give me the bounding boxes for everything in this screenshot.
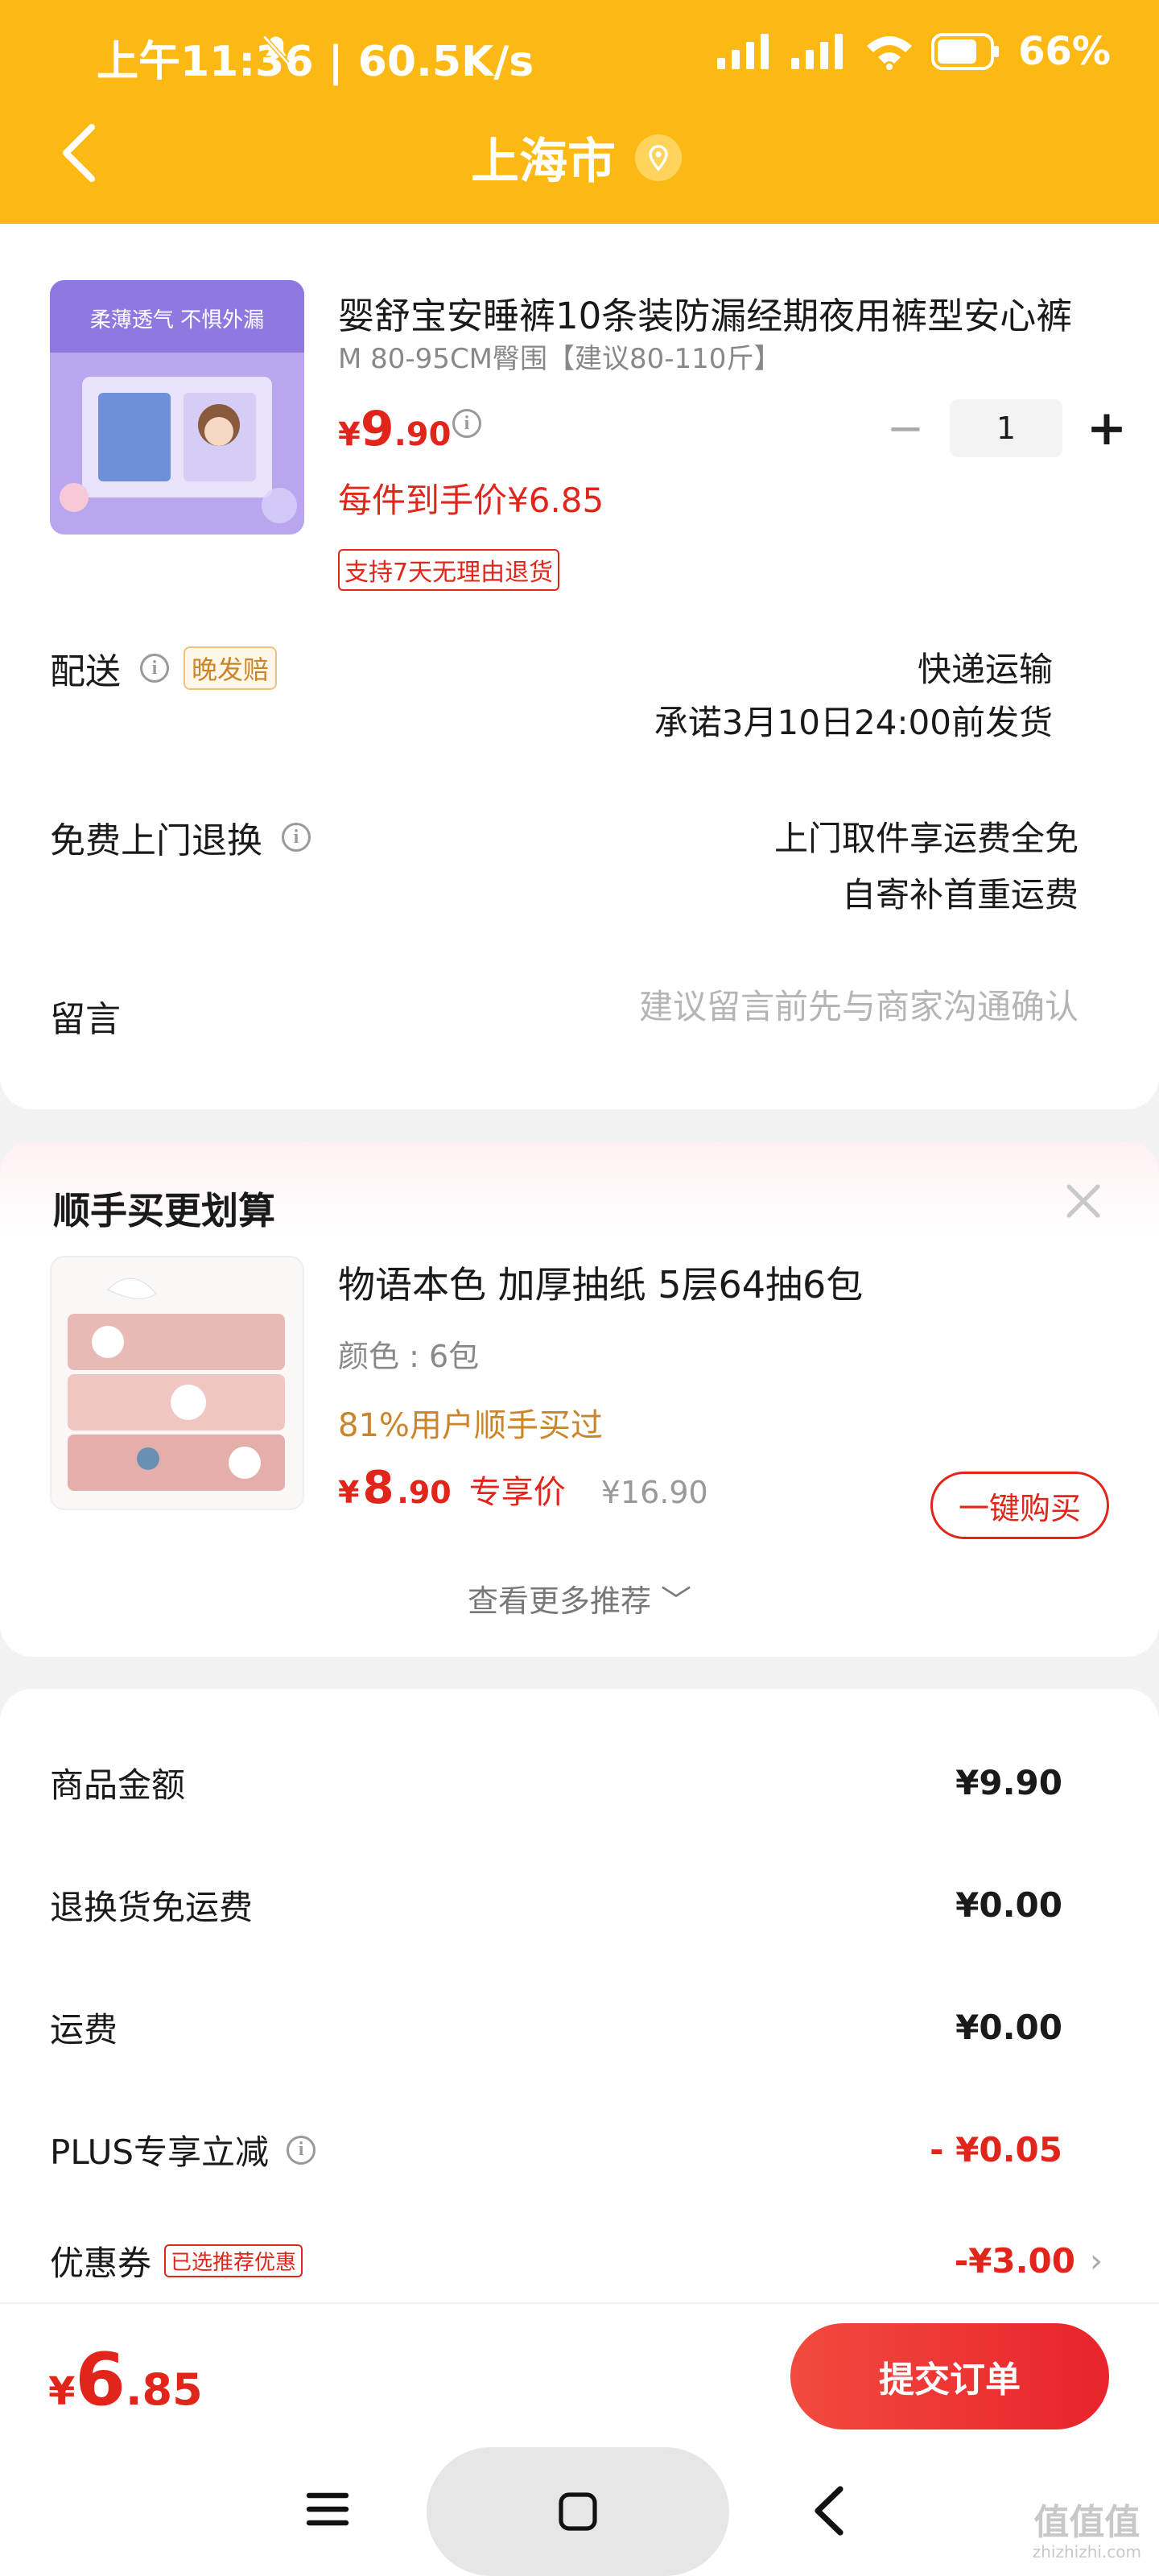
- page-title: 上海市: [471, 134, 616, 190]
- net-price: 每件到手价¥6.85: [338, 481, 604, 520]
- recommendation-image[interactable]: [50, 1256, 304, 1510]
- coupon-selected-tag: 已选推荐优惠: [164, 2244, 303, 2277]
- reco-price-label: 专享价: [468, 1474, 566, 1511]
- battery-percent: 66%: [1018, 29, 1111, 74]
- delivery-promise: 承诺3月10日24:00前发货: [654, 703, 1053, 742]
- recommendation-title: 顺手买更划算: [53, 1189, 275, 1232]
- home-button[interactable]: [427, 2447, 729, 2576]
- summary-row-plus-discount: PLUS专享立减 i - ¥0.05: [50, 2125, 1062, 2174]
- signal-icon: [717, 34, 769, 69]
- signal-icon-2: [791, 34, 843, 69]
- menu-icon[interactable]: [306, 2487, 349, 2531]
- watermark-sub: zhizhizhi.com: [1032, 2542, 1141, 2562]
- summary-label: 商品金额: [50, 1765, 186, 1805]
- recommendation-price: ¥ 8 .90 专享价 ¥16.90: [338, 1462, 708, 1514]
- reco-price-decimal: .90: [397, 1475, 452, 1510]
- free-return-label: 免费上门退换: [50, 820, 262, 861]
- one-click-buy-button[interactable]: 一键购买: [930, 1472, 1109, 1539]
- summary-row-goods: 商品金额 ¥9.90: [50, 1758, 1062, 1807]
- order-card: 柔薄透气 不惧外漏 婴舒宝安睡裤10条装防漏经期夜用裤型安心裤 M 80-95C…: [0, 224, 1159, 1109]
- close-icon[interactable]: [1059, 1177, 1107, 1225]
- total-decimal: .85: [126, 2364, 203, 2415]
- summary-row-coupon[interactable]: 优惠券 已选推荐优惠 -¥3.00 ›: [50, 2236, 1103, 2285]
- checkout-bar: ¥ 6 .85 提交订单: [0, 2302, 1159, 2447]
- plus-info-icon[interactable]: i: [287, 2135, 316, 2165]
- summary-label: 退换货免运费: [50, 1888, 254, 1927]
- product-image-caption: 柔薄透气 不惧外漏: [90, 308, 264, 332]
- quantity-input[interactable]: [950, 399, 1062, 457]
- reco-original-price: ¥16.90: [600, 1475, 708, 1510]
- reco-price-integer: 8: [362, 1462, 394, 1514]
- product-image[interactable]: 柔薄透气 不惧外漏: [50, 280, 304, 535]
- recommendation-name[interactable]: 物语本色 加厚抽纸 5层64抽6包: [338, 1256, 863, 1309]
- home-square-icon: [559, 2492, 597, 2531]
- location-selector[interactable]: 上海市: [471, 122, 682, 192]
- product-spec: M 80-95CM臀围【建议80-110斤】: [338, 343, 782, 375]
- summary-label: PLUS专享立减: [50, 2132, 270, 2172]
- summary-label: 运费: [50, 2010, 118, 2050]
- late-compensation-tag: 晚发赔: [184, 646, 278, 690]
- battery-icon: [931, 33, 1000, 70]
- increase-quantity-button[interactable]: +: [1079, 400, 1135, 456]
- top-header: 上午11:36 | 60.5K/s 66% 上海市: [0, 0, 1159, 224]
- memo-input[interactable]: [467, 987, 1079, 1026]
- total-price: ¥ 6 .85: [48, 2338, 203, 2422]
- status-icons: 66%: [262, 29, 1111, 74]
- reco-price-symbol: ¥: [338, 1475, 360, 1510]
- submit-order-button[interactable]: 提交订单: [790, 2323, 1109, 2429]
- total-symbol: ¥: [48, 2369, 76, 2414]
- free-return-row: 免费上门退换 i: [50, 811, 311, 863]
- chevron-right-icon: ›: [1090, 2242, 1103, 2280]
- wifi-icon: [867, 36, 913, 70]
- location-pin-icon: [635, 134, 682, 181]
- free-return-info-icon[interactable]: i: [282, 823, 311, 852]
- delivery-info-icon[interactable]: i: [140, 654, 169, 683]
- delivery-label: 配送: [50, 651, 121, 692]
- return-policy-tag: 支持7天无理由退货: [338, 549, 560, 591]
- mute-icon: [262, 35, 290, 65]
- product-title[interactable]: 婴舒宝安睡裤10条装防漏经期夜用裤型安心裤: [338, 287, 1087, 339]
- system-nav-bar: 值值值 zhizhizhi.com: [0, 2447, 1159, 2576]
- total-integer: 6: [75, 2338, 126, 2422]
- product-price: ¥ 9 .90: [338, 401, 451, 457]
- quantity-stepper: − +: [877, 399, 1135, 457]
- price-symbol: ¥: [338, 416, 361, 453]
- summary-value: ¥0.00: [955, 2008, 1062, 2047]
- decrease-quantity-button[interactable]: −: [877, 400, 934, 456]
- watermark-text: 值值值: [1033, 2502, 1140, 2543]
- price-info-icon[interactable]: i: [452, 409, 481, 438]
- summary-value: -¥3.00: [954, 2241, 1075, 2281]
- delivery-method: 快递运输: [917, 650, 1053, 689]
- delivery-row: 配送 i 晚发赔: [50, 642, 278, 694]
- recommendation-buyers: 81%用户顺手买过: [338, 1407, 603, 1444]
- summary-value: ¥9.90: [955, 1763, 1062, 1802]
- summary-label: 优惠券: [50, 2244, 152, 2283]
- summary-row-shipping: 运费 ¥0.00: [50, 2003, 1062, 2052]
- memo-label: 留言: [50, 999, 121, 1040]
- price-decimal: .90: [394, 416, 452, 453]
- free-return-line2: 自寄补首重运费: [841, 875, 1079, 914]
- back-arrow-icon[interactable]: [56, 121, 105, 185]
- price-integer: 9: [360, 401, 394, 457]
- free-return-line1: 上门取件享运费全免: [773, 819, 1079, 858]
- recommendation-spec: 颜色 : 6包: [338, 1339, 480, 1374]
- more-recommendations-link[interactable]: 查看更多推荐 ﹀: [0, 1576, 1159, 1620]
- recommendation-card: 顺手买更划算 物语本色 加厚抽纸 5层64抽6包 颜色 : 6包 81%用户顺手…: [0, 1141, 1159, 1657]
- summary-value: - ¥0.05: [930, 2130, 1062, 2169]
- status-time: 上午11:36 | 60.5K/s: [97, 38, 534, 86]
- summary-value: ¥0.00: [955, 1885, 1062, 1925]
- status-bar: 上午11:36 | 60.5K/s 66%: [0, 0, 1159, 105]
- watermark-logo: 值值值 zhizhizhi.com: [1032, 2502, 1141, 2562]
- summary-row-return-shipping: 退换货免运费 ¥0.00: [50, 1880, 1062, 1930]
- system-back-icon[interactable]: [805, 2483, 853, 2539]
